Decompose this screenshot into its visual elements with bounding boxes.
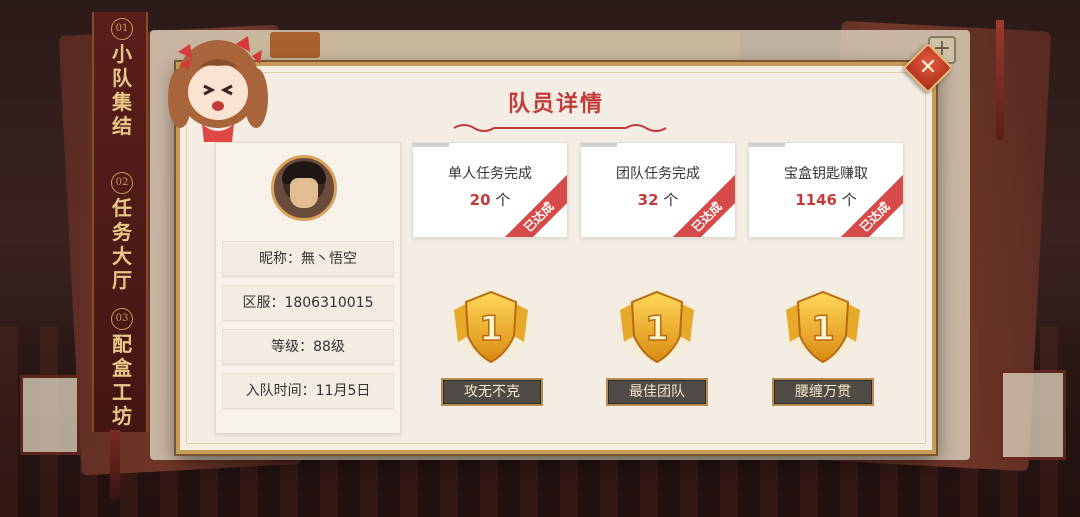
dialog-title: 队员详情	[507, 92, 604, 117]
badge-rank: 1	[811, 309, 835, 349]
stat-label: 团队任务完成	[616, 166, 700, 182]
avatar-face	[290, 178, 318, 208]
nickname-field: 昵称：無丶悟空	[222, 241, 394, 277]
background-tab	[270, 32, 320, 58]
close-icon: ✕	[918, 55, 938, 80]
stat-unit: 个	[663, 191, 679, 209]
paper-clip	[749, 143, 785, 147]
stat-number: 32	[637, 191, 659, 209]
badge-rank: 1	[645, 309, 669, 349]
badge-label-conqueror: 攻无不克	[441, 378, 543, 406]
avatar	[271, 155, 337, 221]
side-tab-number: 02	[111, 172, 133, 194]
tassel-left	[110, 430, 120, 500]
badge-label-best-team: 最佳团队	[606, 378, 708, 406]
stat-number: 20	[469, 191, 491, 209]
side-tab-number: 03	[111, 308, 133, 330]
side-tab-2[interactable]: 02 任务大厅	[100, 172, 144, 292]
side-tab-label: 小队集结	[112, 42, 132, 138]
side-tab-number: 01	[111, 18, 133, 40]
paper-clip	[413, 143, 449, 147]
side-tab-label: 配盒工坊	[112, 332, 132, 428]
level-field: 等级：88级	[222, 329, 394, 365]
stat-card-box-keys: 宝盒钥匙赚取 1146 个 已达成	[748, 142, 904, 238]
title-ornament	[453, 124, 667, 132]
shield-badge-icon: 1	[447, 286, 535, 366]
paper-clip	[581, 143, 617, 147]
stat-unit: 个	[495, 191, 511, 209]
stat-card-team-tasks: 团队任务完成 32 个 已达成	[580, 142, 736, 238]
server-field: 区服：1806310015	[222, 285, 394, 321]
badge-label-wealthy: 腰缠万贯	[772, 378, 874, 406]
shield-badge-icon: 1	[613, 286, 701, 366]
shield-badge-icon: 1	[779, 286, 867, 366]
side-tab-3[interactable]: 03 配盒工坊	[100, 308, 144, 428]
side-tab-bar: 01 小队集结 02 任务大厅 03 配盒工坊	[92, 12, 148, 432]
mascot-girl-icon	[168, 36, 268, 142]
stat-number: 1146	[795, 191, 837, 209]
side-tab-1[interactable]: 01 小队集结	[100, 18, 144, 138]
stat-unit: 个	[841, 191, 857, 209]
lantern-right	[1000, 370, 1066, 460]
side-tab-label: 任务大厅	[112, 196, 132, 292]
join-time-field: 入队时间：11月5日	[222, 373, 394, 409]
stat-label: 宝盒钥匙赚取	[784, 166, 868, 182]
stat-label: 单人任务完成	[448, 166, 532, 182]
lantern-left	[20, 375, 80, 455]
tassel-right	[996, 20, 1004, 140]
stat-card-solo-tasks: 单人任务完成 20 个 已达成	[412, 142, 568, 238]
badge-rank: 1	[479, 309, 503, 349]
